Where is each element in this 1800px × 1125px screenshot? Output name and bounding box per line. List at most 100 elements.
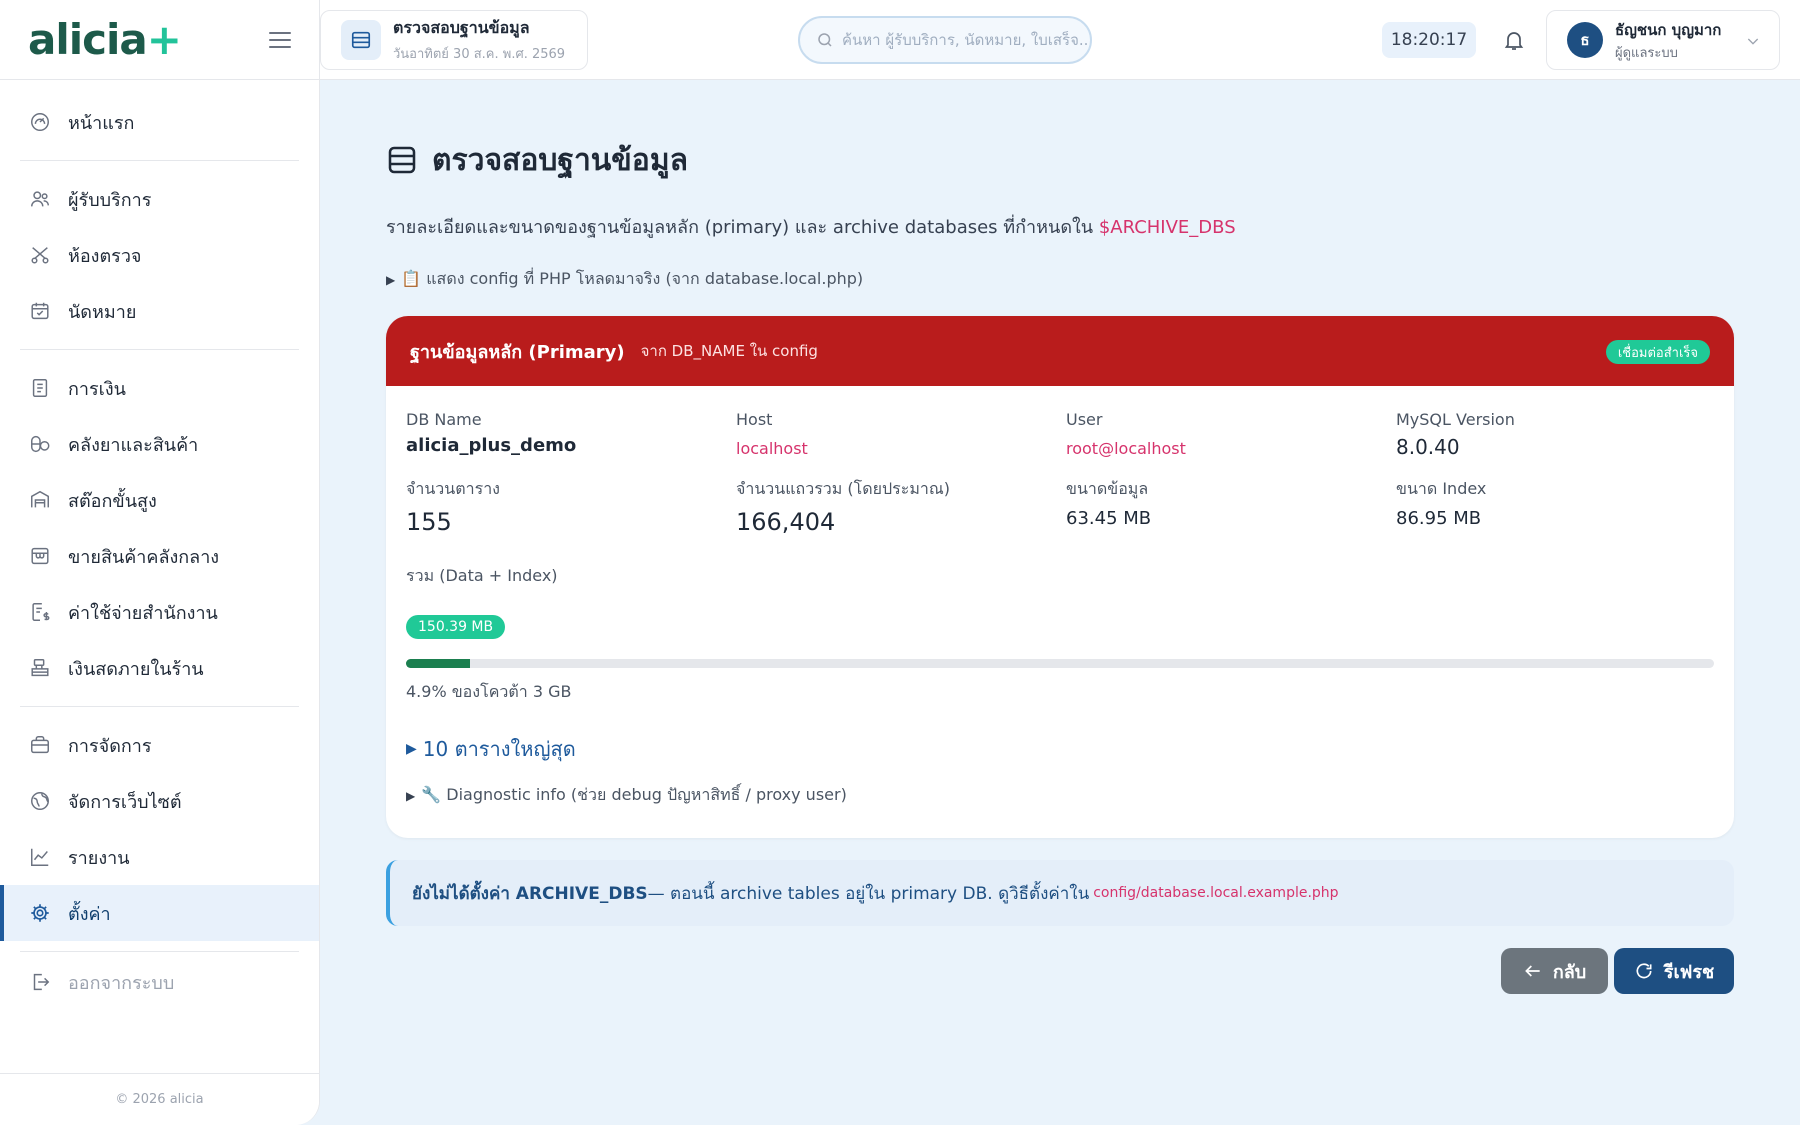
globe-icon <box>28 789 52 813</box>
status-badge: เชื่อมต่อสำเร็จ <box>1605 340 1710 364</box>
sidebar-item-pharmacy[interactable]: คลังยาและสินค้า <box>0 416 319 472</box>
tables-count-field: จำนวนตาราง 155 <box>406 477 736 536</box>
user-menu[interactable]: ธ ธัญชนก บุญมาก ผู้ดูแลระบบ <box>1546 10 1780 70</box>
sidebar: alicia+ หน้าแรก ผู้รับบริการ ห้องตรวจ นั… <box>0 0 320 1125</box>
sidebar-item-website[interactable]: จัดการเว็บไซต์ <box>0 773 319 829</box>
data-size-field: ขนาดข้อมูล 63.45 MB <box>1066 477 1396 536</box>
total-size-label: รวม (Data + Index) <box>406 566 558 585</box>
pills-icon <box>28 432 52 456</box>
database-icon <box>386 144 418 176</box>
sidebar-item-clients[interactable]: ผู้รับบริการ <box>0 171 319 227</box>
total-size-badge: 150.39 MB <box>406 615 506 639</box>
sidebar-item-appointments[interactable]: นัดหมาย <box>0 283 319 339</box>
sidebar-item-label: รายงาน <box>68 847 130 869</box>
menu-toggle-icon[interactable] <box>269 31 291 48</box>
card-title: ฐานข้อมูลหลัก (Primary) <box>410 341 625 363</box>
page-description: รายละเอียดและขนาดของฐานข้อมูลหลัก (prima… <box>386 212 1734 241</box>
mysql-version-value: 8.0.40 <box>1396 435 1460 459</box>
caret-right-icon: ▶ <box>406 788 416 803</box>
largest-tables-toggle[interactable]: ▶ 10 ตารางใหญ่สุด <box>406 733 1714 765</box>
back-button[interactable]: กลับ <box>1501 948 1608 994</box>
card-body: DB Name alicia_plus_demo Host localhost … <box>386 386 1734 838</box>
sidebar-item-exam-room[interactable]: ห้องตรวจ <box>0 227 319 283</box>
briefcase-icon <box>28 733 52 757</box>
bell-icon[interactable] <box>1496 22 1532 58</box>
quota-text: 4.9% ของโควต้า 3 GB <box>406 682 572 701</box>
sidebar-item-label: การเงิน <box>68 378 126 400</box>
sidebar-item-label: ตั้งค่า <box>68 903 111 925</box>
alert-bold-text: ยังไม่ได้ตั้งค่า ARCHIVE_DBS <box>412 883 648 904</box>
logo-row: alicia+ <box>0 0 319 80</box>
users-icon <box>28 187 52 211</box>
sidebar-item-label: ออกจากระบบ <box>68 972 175 994</box>
refresh-button[interactable]: รีเฟรช <box>1614 948 1734 994</box>
sidebar-item-home[interactable]: หน้าแรก <box>0 94 319 150</box>
user-name: ธัญชนก บุญมาก <box>1615 20 1722 39</box>
receipt-icon <box>28 376 52 400</box>
divider <box>20 349 299 350</box>
db-name-field: DB Name alicia_plus_demo <box>406 410 736 459</box>
chevron-down-icon <box>1745 33 1761 53</box>
refresh-icon <box>1634 961 1654 981</box>
sidebar-item-finance[interactable]: การเงิน <box>0 360 319 416</box>
sidebar-item-office-expense[interactable]: ค่าใช้จ่ายสำนักงาน <box>0 584 319 640</box>
quota-progress-fill <box>406 659 471 668</box>
store-icon <box>28 544 52 568</box>
avatar: ธ <box>1567 22 1603 58</box>
tables-count-value: 155 <box>406 508 452 536</box>
back-button-label: กลับ <box>1552 961 1587 983</box>
global-search[interactable] <box>798 16 1092 64</box>
archive-dbs-var: $ARCHIVE_DBS <box>1098 217 1236 238</box>
sidebar-item-management[interactable]: การจัดการ <box>0 717 319 773</box>
db-info-grid: DB Name alicia_plus_demo Host localhost … <box>406 410 1714 536</box>
alert-config-path: config/database.local.example.php <box>1093 885 1339 901</box>
sidebar-item-settings[interactable]: ตั้งค่า <box>0 885 319 941</box>
sidebar-item-label: สต๊อกขั้นสูง <box>68 490 157 512</box>
caret-right-icon: ▶ <box>386 272 396 287</box>
scissors-icon <box>28 243 52 267</box>
sidebar-item-label: หน้าแรก <box>68 112 135 134</box>
page-title-text: ตรวจสอบฐานข้อมูล <box>432 142 688 178</box>
sidebar-item-reports[interactable]: รายงาน <box>0 829 319 885</box>
diagnostic-label: 🔧 Diagnostic info (ช่วย debug ปัญหาสิทธิ… <box>421 785 847 804</box>
rows-count-value: 166,404 <box>736 508 836 536</box>
sidebar-item-label: ห้องตรวจ <box>68 245 142 267</box>
sidebar-item-advanced-stock[interactable]: สต๊อกขั้นสูง <box>0 472 319 528</box>
calendar-icon <box>28 299 52 323</box>
copyright: © 2026 alicia <box>0 1073 319 1125</box>
user-field: User root@localhost <box>1066 410 1396 459</box>
divider <box>20 706 299 707</box>
brand-plus: + <box>146 15 182 64</box>
current-page-card: ตรวจสอบฐานข้อมูล วันอาทิตย์ 30 ส.ค. พ.ศ.… <box>320 10 588 70</box>
brand-logo[interactable]: alicia+ <box>28 15 182 64</box>
sidebar-item-label: เงินสดภายในร้าน <box>68 658 204 680</box>
clock: 18:20:17 <box>1382 22 1476 58</box>
divider <box>20 951 299 952</box>
search-input[interactable] <box>842 31 1090 49</box>
field-label: User <box>1066 410 1103 429</box>
config-toggle[interactable]: ▶ 📋 แสดง config ที่ PHP โหลดมาจริง (จาก d… <box>386 267 1734 292</box>
sidebar-item-label: การจัดการ <box>68 735 152 757</box>
user-value: root@localhost <box>1066 439 1186 458</box>
chart-line-icon <box>28 845 52 869</box>
rows-count-field: จำนวนแถวรวม (โดยประมาณ) 166,404 <box>736 477 1066 536</box>
sidebar-item-central-store[interactable]: ขายสินค้าคลังกลาง <box>0 528 319 584</box>
sidebar-item-logout[interactable]: ออกจากระบบ <box>0 962 319 1002</box>
host-field: Host localhost <box>736 410 1066 459</box>
diagnostic-toggle[interactable]: ▶ 🔧 Diagnostic info (ช่วย debug ปัญหาสิทธ… <box>406 783 1714 808</box>
primary-db-card: ฐานข้อมูลหลัก (Primary) จาก DB_NAME ใน c… <box>386 316 1734 838</box>
dashboard-icon <box>28 110 52 134</box>
refresh-button-label: รีเฟรช <box>1663 961 1715 983</box>
user-role: ผู้ดูแลระบบ <box>1615 45 1678 61</box>
sidebar-item-label: คลังยาและสินค้า <box>68 434 199 456</box>
sidebar-item-petty-cash[interactable]: เงินสดภายในร้าน <box>0 640 319 696</box>
sidebar-item-label: ค่าใช้จ่ายสำนักงาน <box>68 602 218 624</box>
brand-name: alicia <box>28 15 148 64</box>
sidebar-nav: หน้าแรก ผู้รับบริการ ห้องตรวจ นัดหมาย กา… <box>0 80 319 1002</box>
alert-text: — ตอนนี้ archive tables อยู่ใน primary D… <box>647 883 1090 904</box>
mysql-version-field: MySQL Version 8.0.40 <box>1396 410 1714 459</box>
field-label: Host <box>736 410 773 429</box>
logout-icon <box>28 970 52 994</box>
sidebar-item-label: นัดหมาย <box>68 301 137 323</box>
warehouse-icon <box>28 488 52 512</box>
